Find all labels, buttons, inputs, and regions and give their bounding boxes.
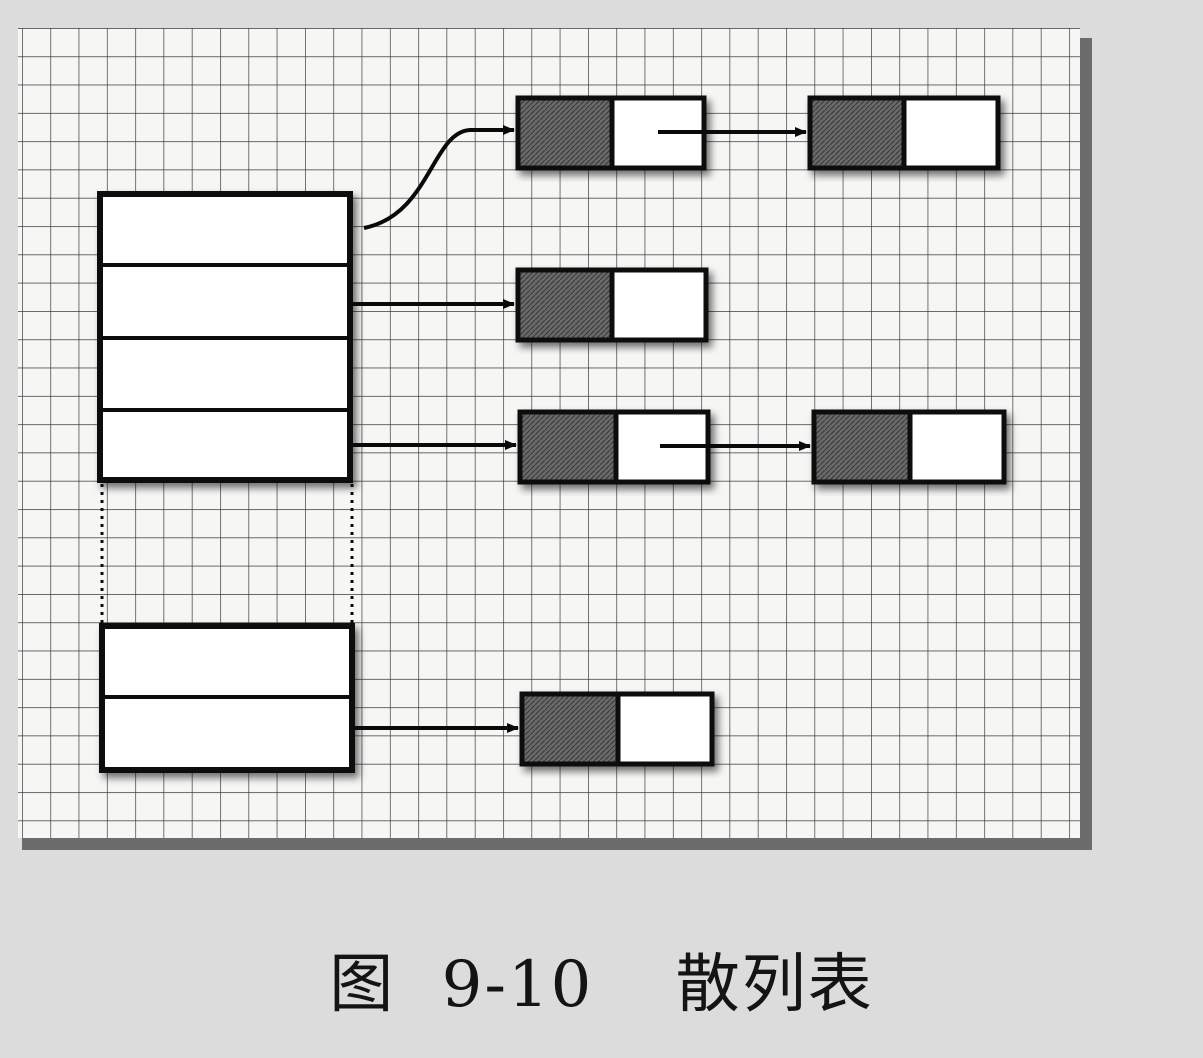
figure-caption: 图 9-10 散列表: [0, 930, 1203, 1040]
figure-number: 9-10: [441, 948, 594, 1022]
chain-node-2a: [515, 267, 709, 343]
chain-node-3b: [811, 409, 1007, 485]
hash-table-diagram: [18, 28, 1092, 850]
bucket-array-bottom: [99, 623, 355, 773]
figure-title: 散列表: [675, 948, 874, 1022]
bucket-array-top: [97, 191, 353, 483]
figure-label: 图: [329, 948, 396, 1022]
chain-node-1b: [807, 95, 1001, 171]
chain-node-4a: [519, 691, 715, 767]
